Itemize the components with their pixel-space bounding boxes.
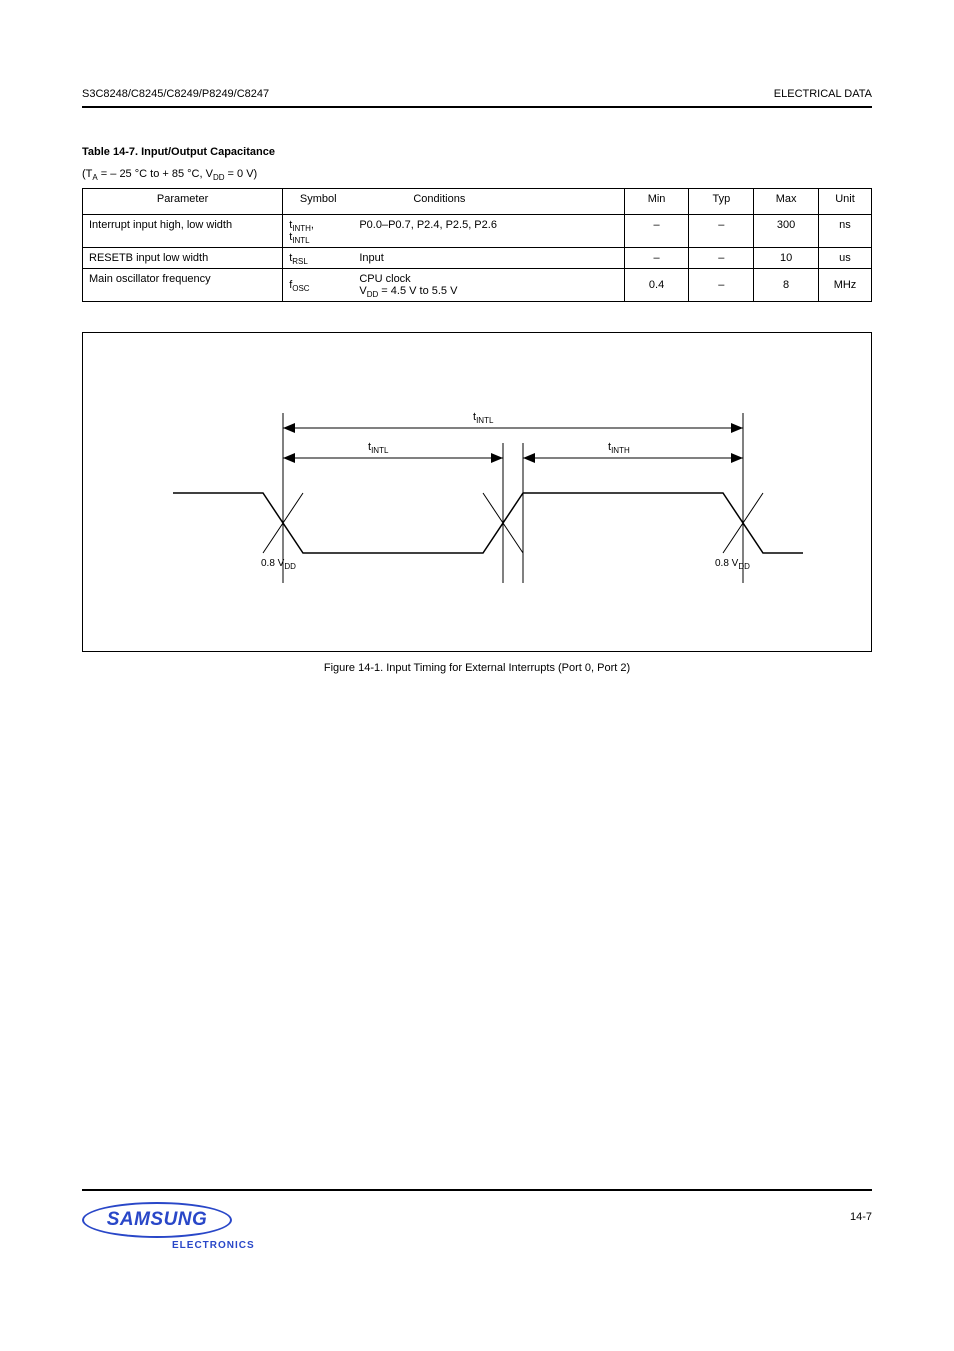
timing-diagram-figure: tINTL tINTL tINTH 0.8 VDD 0.8 VDD <box>82 332 872 652</box>
cell-conditions: P0.0–P0.7, P2.4, P2.5, P2.6 <box>353 215 624 248</box>
cell-conditions: Input <box>353 248 624 269</box>
col-symbol: Symbol <box>283 189 354 215</box>
col-parameter: Parameter <box>83 189 283 215</box>
cell-typ: – <box>689 248 754 269</box>
logo-oval <box>82 1202 232 1238</box>
cell-unit: MHz <box>818 269 871 302</box>
cell-conditions: CPU clockVDD = 4.5 V to 5.5 V <box>353 269 624 302</box>
header-rule <box>82 106 872 108</box>
cell-min: 0.4 <box>624 269 689 302</box>
table-title: Table 14-7. Input/Output Capacitance <box>82 146 872 158</box>
cell-symbol: fOSC <box>283 269 354 302</box>
footer-rule <box>82 1189 872 1191</box>
timing-diagram-svg: tINTL tINTL tINTH 0.8 VDD 0.8 VDD <box>83 333 871 651</box>
specs-table: Parameter Symbol Conditions Min Typ Max … <box>82 188 872 302</box>
page-number: 14-7 <box>850 1211 872 1223</box>
cell-parameter: Interrupt input high, low width <box>83 215 283 248</box>
cell-symbol: tINTH,tINTL <box>283 215 354 248</box>
table-row: Main oscillator frequency fOSC CPU clock… <box>83 269 872 302</box>
cell-min: – <box>624 215 689 248</box>
col-max: Max <box>754 189 819 215</box>
header-left: S3C8248/C8245/C8249/P8249/C8247 <box>82 88 269 100</box>
cell-typ: – <box>689 269 754 302</box>
cell-max: 8 <box>754 269 819 302</box>
page-header: S3C8248/C8245/C8249/P8249/C8247 ELECTRIC… <box>82 88 872 100</box>
table-row: RESETB input low width tRSL Input – – 10… <box>83 248 872 269</box>
cell-max: 300 <box>754 215 819 248</box>
cell-unit: us <box>818 248 871 269</box>
cell-symbol: tRSL <box>283 248 354 269</box>
cell-unit: ns <box>818 215 871 248</box>
table-header-row: Parameter Symbol Conditions Min Typ Max … <box>83 189 872 215</box>
cell-max: 10 <box>754 248 819 269</box>
header-right: ELECTRICAL DATA <box>774 88 872 100</box>
table-row: Interrupt input high, low width tINTH,tI… <box>83 215 872 248</box>
figure-caption: Figure 14-1. Input Timing for External I… <box>82 662 872 674</box>
condition-line: (TA = – 25 °C to + 85 °C, VDD = 0 V) <box>82 168 872 180</box>
col-min: Min <box>624 189 689 215</box>
cell-parameter: RESETB input low width <box>83 248 283 269</box>
col-typ: Typ <box>689 189 754 215</box>
samsung-oval-logo: SAMSUNG <box>82 1202 232 1238</box>
cell-parameter: Main oscillator frequency <box>83 269 283 302</box>
col-unit: Unit <box>818 189 871 215</box>
col-conditions: Conditions <box>353 189 624 215</box>
cell-typ: – <box>689 215 754 248</box>
brand-logo: SAMSUNG ELECTRONICS <box>82 1202 255 1251</box>
logo-subtext: ELECTRONICS <box>172 1240 255 1251</box>
cell-min: – <box>624 248 689 269</box>
